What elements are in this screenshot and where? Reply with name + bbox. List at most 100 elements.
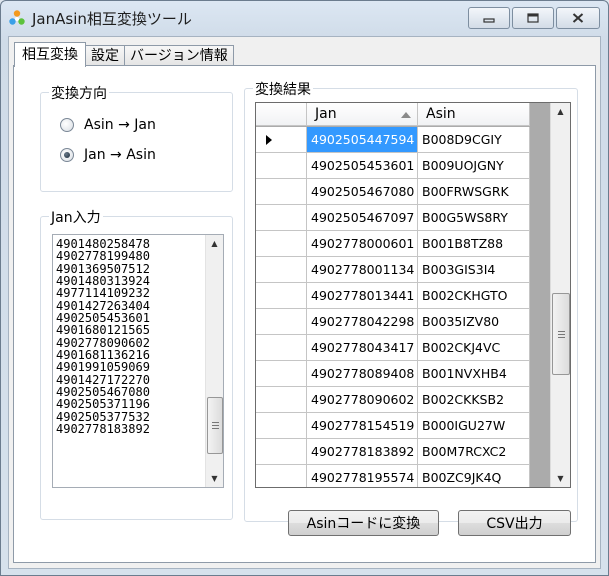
row-header[interactable]: [256, 335, 307, 361]
cell-asin[interactable]: B001NVXHB4: [418, 361, 530, 387]
scroll-down-arrow-icon[interactable]: ▼: [206, 470, 223, 487]
jan-line: 4977114109232: [56, 286, 150, 301]
radio-button-unchecked[interactable]: [60, 118, 74, 132]
table-row[interactable]: 4902778013441 B002CKHGTO: [256, 283, 530, 309]
results-grid-scrollbar[interactable]: ▲ ▼: [550, 103, 570, 487]
cell-asin[interactable]: B003GIS3I4: [418, 257, 530, 283]
cell-asin[interactable]: B001B8TZ88: [418, 231, 530, 257]
row-header[interactable]: [256, 205, 307, 231]
jan-line: 4901680121565: [56, 323, 150, 338]
results-grid-viewport: Jan Asin 4902505447594 B008D9CGIY 490250…: [256, 103, 530, 487]
radio-button-checked[interactable]: [60, 148, 74, 162]
table-row[interactable]: 4902778090602 B002CKKSB2: [256, 387, 530, 413]
table-row[interactable]: 4902505447594 B008D9CGIY: [256, 127, 530, 153]
radio-jan-to-asin-label: Jan → Asin: [84, 147, 156, 163]
table-row[interactable]: 4902778001134 B003GIS3I4: [256, 257, 530, 283]
row-header[interactable]: [256, 413, 307, 439]
cell-jan[interactable]: 4902505453601: [307, 153, 418, 179]
cell-jan[interactable]: 4902778043417: [307, 335, 418, 361]
minimize-icon: [483, 18, 495, 23]
table-row[interactable]: 4902505467097 B00G5WS8RY: [256, 205, 530, 231]
cell-asin[interactable]: B00FRWSGRK: [418, 179, 530, 205]
jan-line: 4902778199480: [56, 249, 150, 264]
cell-asin[interactable]: B0035IZV80: [418, 309, 530, 335]
cell-asin[interactable]: B009UOJGNY: [418, 153, 530, 179]
row-header[interactable]: [256, 257, 307, 283]
cell-asin[interactable]: B000IGU27W: [418, 413, 530, 439]
grid-corner-header[interactable]: [256, 103, 307, 126]
cell-jan[interactable]: 4902778089408: [307, 361, 418, 387]
jan-input-scrollbar[interactable]: ▲ ▼: [205, 235, 223, 487]
row-header[interactable]: [256, 153, 307, 179]
radio-asin-to-jan[interactable]: Asin → Jan: [60, 117, 156, 133]
scroll-up-arrow-icon[interactable]: ▲: [551, 103, 570, 120]
convert-to-asin-button[interactable]: Asinコードに変換: [288, 510, 439, 536]
cell-jan[interactable]: 4902778042298: [307, 309, 418, 335]
maximize-button[interactable]: [512, 7, 554, 29]
cell-asin[interactable]: B00M7RCXC2: [418, 439, 530, 465]
cell-jan[interactable]: 4902778154519: [307, 413, 418, 439]
cell-jan[interactable]: 4902778001134: [307, 257, 418, 283]
cell-asin[interactable]: B00G5WS8RY: [418, 205, 530, 231]
scroll-thumb[interactable]: [207, 397, 223, 454]
row-header[interactable]: [256, 179, 307, 205]
client-area: 相互変換 設定 バージョン情報 変換方向 Asin → Jan Jan → As…: [8, 36, 601, 569]
cell-asin[interactable]: B00ZC9JK4Q: [418, 465, 530, 487]
csv-export-button[interactable]: CSV出力: [458, 510, 571, 536]
cell-asin[interactable]: B002CKKSB2: [418, 387, 530, 413]
row-header[interactable]: [256, 127, 307, 153]
results-group-title: 変換結果: [253, 79, 313, 99]
row-header[interactable]: [256, 283, 307, 309]
sort-ascending-icon: [401, 112, 411, 118]
cell-jan[interactable]: 4902505467080: [307, 179, 418, 205]
close-button[interactable]: [556, 7, 600, 29]
results-grid[interactable]: Jan Asin 4902505447594 B008D9CGIY 490250…: [255, 102, 571, 488]
jan-line: 4901991059069: [56, 360, 150, 375]
cell-jan-selected[interactable]: 4902505447594: [307, 127, 418, 153]
title-bar[interactable]: JanAsin相互変換ツール: [1, 1, 608, 35]
table-row[interactable]: 4902778042298 B0035IZV80: [256, 309, 530, 335]
table-row[interactable]: 4902778089408 B001NVXHB4: [256, 361, 530, 387]
row-header[interactable]: [256, 465, 307, 487]
tab-version-info[interactable]: バージョン情報: [124, 45, 234, 66]
current-row-arrow-icon: [266, 135, 272, 145]
scroll-up-arrow-icon[interactable]: ▲: [206, 235, 223, 252]
column-header-jan[interactable]: Jan: [307, 103, 418, 126]
cell-asin[interactable]: B002CKJ4VC: [418, 335, 530, 361]
cell-jan[interactable]: 4902778183892: [307, 439, 418, 465]
cell-asin[interactable]: B008D9CGIY: [418, 127, 530, 153]
tab-settings[interactable]: 設定: [85, 45, 125, 66]
tab-convert[interactable]: 相互変換: [14, 42, 86, 67]
app-window: JanAsin相互変換ツール 相互変換 設定 バージョン情報 変換方向 Asin…: [0, 0, 609, 576]
table-row[interactable]: 4902778183892 B00M7RCXC2: [256, 439, 530, 465]
table-row[interactable]: 4902505453601 B009UOJGNY: [256, 153, 530, 179]
grid-header: Jan Asin: [256, 103, 530, 127]
table-row[interactable]: 4902778043417 B002CKJ4VC: [256, 335, 530, 361]
jan-line: 4902778183892: [56, 422, 150, 437]
cell-jan[interactable]: 4902778090602: [307, 387, 418, 413]
jan-input-textarea[interactable]: 4901480258478 4902778199480 490136950751…: [52, 234, 224, 488]
scroll-thumb[interactable]: [552, 293, 570, 375]
radio-jan-to-asin[interactable]: Jan → Asin: [60, 147, 156, 163]
table-row[interactable]: 4902778195574 B00ZC9JK4Q: [256, 465, 530, 487]
row-header[interactable]: [256, 439, 307, 465]
cell-jan[interactable]: 4902778013441: [307, 283, 418, 309]
row-header[interactable]: [256, 387, 307, 413]
tab-strip: 相互変換 設定 バージョン情報: [14, 42, 234, 67]
window-title: JanAsin相互変換ツール: [32, 10, 192, 28]
minimize-button[interactable]: [468, 7, 510, 29]
row-header[interactable]: [256, 309, 307, 335]
cell-jan[interactable]: 4902778000601: [307, 231, 418, 257]
cell-asin[interactable]: B002CKHGTO: [418, 283, 530, 309]
row-header[interactable]: [256, 361, 307, 387]
table-row[interactable]: 4902778000601 B001B8TZ88: [256, 231, 530, 257]
cell-jan[interactable]: 4902505467097: [307, 205, 418, 231]
cell-jan[interactable]: 4902778195574: [307, 465, 418, 487]
table-row[interactable]: 4902505467080 B00FRWSGRK: [256, 179, 530, 205]
row-header[interactable]: [256, 231, 307, 257]
direction-group-title: 変換方向: [49, 83, 109, 103]
close-icon: [572, 13, 584, 23]
table-row[interactable]: 4902778154519 B000IGU27W: [256, 413, 530, 439]
column-header-asin[interactable]: Asin: [418, 103, 530, 126]
scroll-down-arrow-icon[interactable]: ▼: [551, 470, 570, 487]
